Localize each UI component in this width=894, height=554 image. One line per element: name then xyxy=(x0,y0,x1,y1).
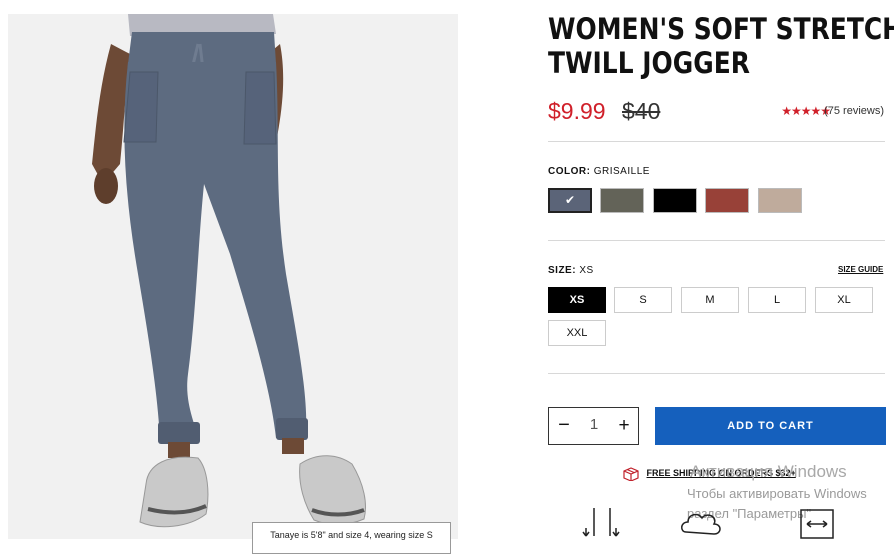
windows-activation-watermark: Активация Windows xyxy=(690,462,847,481)
size-option-l[interactable]: L xyxy=(748,287,806,313)
fit-arrows-icon xyxy=(582,508,620,537)
size-option-s[interactable]: S xyxy=(614,287,672,313)
sale-price: $9.99 xyxy=(548,98,606,124)
photo-caption: Tanaye is 5'8" and size 4, wearing size … xyxy=(252,522,451,554)
product-title-line2: TWILL JOGGER xyxy=(548,46,750,80)
check-icon: ✔ xyxy=(564,193,576,207)
stretch-arrows-icon xyxy=(800,509,834,539)
divider xyxy=(548,240,885,241)
color-swatch-taupe[interactable] xyxy=(758,188,802,213)
product-title-line1: WOMEN'S SOFT STRETCH xyxy=(548,12,894,46)
product-image xyxy=(8,14,458,539)
reviews-link[interactable]: (75 reviews) xyxy=(824,105,884,117)
original-price: $40 xyxy=(622,98,661,124)
divider xyxy=(548,373,885,374)
color-swatch-red[interactable] xyxy=(705,188,749,213)
quantity-value[interactable]: 1 xyxy=(583,416,605,433)
color-swatch-grisaille[interactable]: ✔ xyxy=(548,188,592,213)
product-photo[interactable] xyxy=(8,14,458,539)
box-icon xyxy=(623,467,639,482)
color-swatch-olive[interactable] xyxy=(600,188,644,213)
windows-activation-watermark-line2: Чтобы активировать Windows xyxy=(687,486,867,501)
quantity-decrease-button[interactable]: − xyxy=(555,414,573,438)
size-option-xxl[interactable]: XXL xyxy=(548,320,606,346)
size-selected-value: XS xyxy=(579,265,594,276)
product-title: WOMEN'S SOFT STRETCH TWILL JOGGER xyxy=(548,12,894,80)
size-guide-link[interactable]: SIZE GUIDE xyxy=(838,265,883,274)
color-swatch-black[interactable] xyxy=(653,188,697,213)
size-option-xs[interactable]: XS xyxy=(548,287,606,313)
color-selected-value: GRISAILLE xyxy=(593,166,650,177)
size-label: SIZE: XS xyxy=(548,265,594,276)
size-option-m[interactable]: M xyxy=(681,287,739,313)
add-to-cart-button[interactable]: ADD TO CART xyxy=(655,407,886,445)
price-row: $9.99 $40 ★★★★★ (75 reviews) xyxy=(548,98,886,128)
size-label-text: SIZE: xyxy=(548,265,577,276)
divider xyxy=(548,141,885,142)
quantity-increase-button[interactable]: + xyxy=(615,414,633,438)
color-label-text: COLOR: xyxy=(548,166,591,177)
color-label: COLOR: GRISAILLE xyxy=(548,166,650,177)
rating-stars-icon: ★★★★★ xyxy=(781,104,831,118)
size-option-xl[interactable]: XL xyxy=(815,287,873,313)
cloud-icon xyxy=(681,513,721,535)
quantity-stepper: − 1 + xyxy=(548,407,639,445)
